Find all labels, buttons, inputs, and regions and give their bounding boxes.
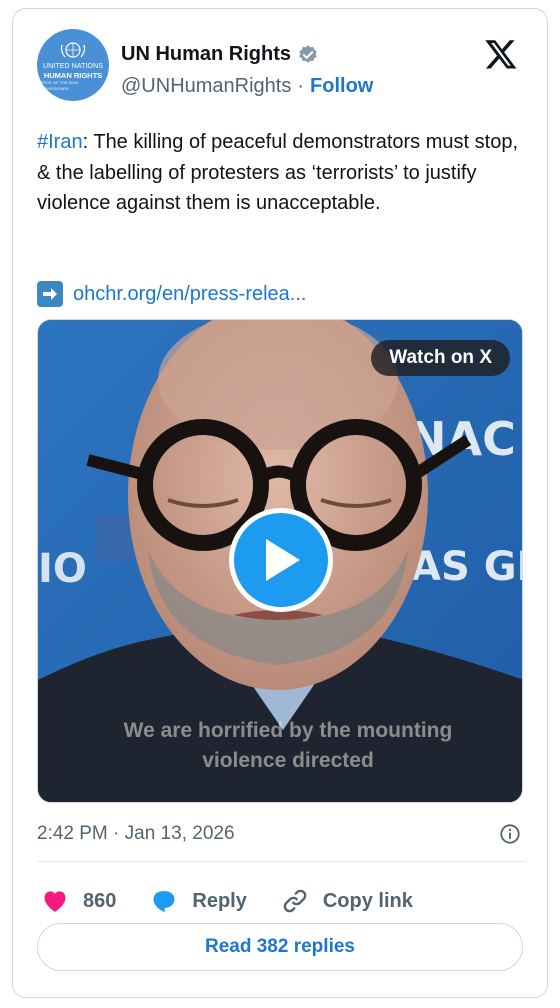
divider bbox=[37, 861, 525, 862]
tweet-header: UNITED NATIONS HUMAN RIGHTS OFFICE OF TH… bbox=[37, 29, 525, 109]
press-release-link[interactable]: ohchr.org/en/press-relea... bbox=[73, 283, 306, 306]
link-icon bbox=[283, 889, 307, 913]
backdrop-text-2: AS GI bbox=[410, 544, 523, 590]
copy-link-label: Copy link bbox=[322, 889, 413, 912]
name-row: UN Human Rights bbox=[121, 43, 319, 66]
video-caption: We are horrified by the mounting violenc… bbox=[123, 719, 453, 772]
watch-on-x-button[interactable]: Watch on X bbox=[371, 340, 510, 376]
hashtag-link[interactable]: #Iran bbox=[37, 131, 83, 153]
read-replies-label: Read 382 replies bbox=[205, 936, 355, 957]
play-icon bbox=[266, 539, 300, 581]
avatar[interactable]: UNITED NATIONS HUMAN RIGHTS OFFICE OF TH… bbox=[37, 29, 109, 101]
info-icon[interactable] bbox=[499, 823, 521, 845]
heart-icon bbox=[44, 891, 66, 912]
separator-dot: · bbox=[297, 75, 305, 97]
reply-button[interactable]: Reply bbox=[150, 887, 247, 915]
embedded-tweet-card: UNITED NATIONS HUMAN RIGHTS OFFICE OF TH… bbox=[12, 8, 548, 998]
un-emblem-icon bbox=[60, 41, 86, 58]
timestamp-link[interactable]: 2:42 PM · Jan 13, 2026 bbox=[37, 823, 235, 845]
avatar-line-2: HUMAN RIGHTS bbox=[43, 70, 103, 80]
backdrop-text-3: IO bbox=[38, 546, 87, 592]
handle-row: @UNHumanRights · Follow bbox=[121, 75, 373, 98]
watch-on-x-label: Watch on X bbox=[389, 347, 492, 368]
handle[interactable]: @UNHumanRights bbox=[121, 75, 291, 98]
like-count: 860 bbox=[83, 889, 117, 912]
display-name[interactable]: UN Human Rights bbox=[121, 43, 291, 66]
reply-label: Reply bbox=[192, 889, 247, 912]
link-row: ohchr.org/en/press-relea... bbox=[37, 281, 306, 307]
meta-row: 2:42 PM · Jan 13, 2026 bbox=[37, 821, 525, 847]
right-arrow-icon bbox=[37, 281, 63, 307]
tweet-body: : The killing of peaceful demonstrators … bbox=[37, 131, 518, 214]
action-bar: 860 Reply Copy link bbox=[41, 881, 447, 921]
verified-badge-icon bbox=[299, 44, 317, 63]
x-logo-icon[interactable] bbox=[483, 37, 519, 71]
tweet-text: #Iran: The killing of peaceful demonstra… bbox=[37, 127, 525, 219]
copy-link-button[interactable]: Copy link bbox=[281, 887, 413, 915]
avatar-line-3: OFFICE OF THE HIGH COMMISSIONER bbox=[37, 79, 79, 91]
reply-bubble-icon bbox=[153, 891, 175, 913]
avatar-line-1: UNITED NATIONS bbox=[43, 62, 103, 70]
video-player[interactable]: NAC AS GI IO Watch on X bbox=[37, 319, 523, 803]
play-button[interactable] bbox=[229, 508, 333, 612]
like-button[interactable]: 860 bbox=[41, 887, 116, 915]
follow-button[interactable]: Follow bbox=[310, 75, 373, 98]
read-replies-button[interactable]: Read 382 replies bbox=[37, 923, 523, 971]
